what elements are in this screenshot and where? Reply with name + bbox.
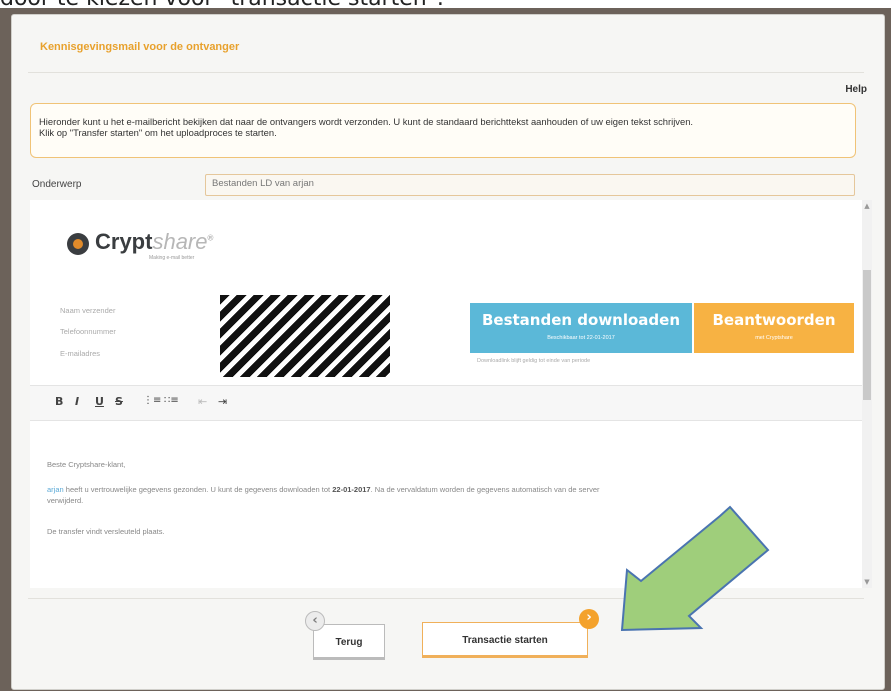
logo-tagline: Making e-mail better bbox=[149, 255, 195, 261]
cryptshare-logo-icon bbox=[67, 233, 89, 255]
reply-button[interactable]: Beantwoorden met Cryptshare bbox=[694, 303, 854, 353]
sender-name-label: Naam verzender bbox=[60, 306, 116, 315]
download-button-label: Bestanden downloaden bbox=[481, 311, 681, 329]
subject-label: Onderwerp bbox=[32, 179, 82, 190]
scroll-down-icon[interactable]: ▼ bbox=[863, 578, 871, 586]
outdent-icon[interactable]: ⇤ bbox=[198, 395, 207, 408]
indent-icon[interactable]: ⇥ bbox=[218, 395, 227, 408]
info-text-line-1: Hieronder kunt u het e-mailbericht bekij… bbox=[39, 116, 694, 127]
scroll-up-icon[interactable]: ▲ bbox=[863, 202, 871, 210]
body-greeting: Beste Cryptshare-klant, bbox=[47, 460, 126, 469]
next-arrow-icon[interactable]: › bbox=[579, 609, 599, 629]
subject-input[interactable]: Bestanden LD van arjan bbox=[205, 174, 855, 196]
reply-button-sublabel: met Cryptshare bbox=[755, 335, 793, 341]
italic-button[interactable]: I bbox=[75, 395, 79, 408]
logo-main-text: Crypt bbox=[95, 229, 153, 254]
scrollbar-thumb[interactable] bbox=[863, 270, 871, 400]
unordered-list-icon[interactable]: ∷≡ bbox=[164, 395, 179, 406]
body-line-part2: . Na de vervaldatum worden de gegevens a… bbox=[370, 485, 600, 494]
ordered-list-icon[interactable]: ⋮≡ bbox=[143, 395, 161, 406]
strikethrough-button[interactable]: S bbox=[115, 395, 123, 408]
bold-button[interactable]: B bbox=[55, 395, 63, 408]
download-button-sublabel: Beschikbaar tot 22-01-2017 bbox=[547, 335, 615, 341]
underline-button[interactable]: U bbox=[95, 395, 104, 408]
preview-scrollbar[interactable]: ▲ ▼ bbox=[862, 200, 872, 588]
email-label: E-mailadres bbox=[60, 349, 101, 358]
green-pointer-arrow-icon bbox=[620, 505, 770, 632]
body-line-part3: verwijderd. bbox=[47, 496, 84, 505]
download-valid-note: Downloadlink blijft geldig tot einde van… bbox=[477, 358, 591, 364]
logo-thin-text: share bbox=[152, 229, 208, 254]
dialog-title: Kennisgevingsmail voor de ontvanger bbox=[40, 41, 240, 53]
download-files-button[interactable]: Bestanden downloaden Beschikbaar tot 22-… bbox=[470, 303, 692, 353]
logo-wordmark: Cryptshare® bbox=[95, 229, 213, 255]
start-transaction-button[interactable]: Transactie starten bbox=[422, 622, 588, 658]
sender-link[interactable]: arjan bbox=[47, 485, 64, 494]
phone-label: Telefoonnummer bbox=[60, 327, 116, 336]
info-text-line-2: Klik op "Transfer starten" om het upload… bbox=[39, 127, 277, 138]
logo-trademark: ® bbox=[207, 233, 214, 243]
body-line-part1: heeft u vertrouwelijke gegevens gezonden… bbox=[65, 485, 331, 494]
back-button[interactable]: Terug bbox=[313, 624, 385, 660]
back-arrow-icon[interactable]: ‹ bbox=[305, 611, 325, 631]
title-divider bbox=[28, 72, 864, 73]
expiry-date: 22-01-2017 bbox=[332, 485, 371, 494]
editor-toolbar: B I U S ⋮≡ ∷≡ ⇤ ⇥ bbox=[30, 385, 862, 421]
redacted-sender-info bbox=[220, 295, 390, 377]
help-link[interactable]: Help bbox=[845, 84, 867, 95]
reply-button-label: Beantwoorden bbox=[712, 311, 836, 329]
info-message-box: Hieronder kunt u het e-mailbericht bekij… bbox=[30, 103, 856, 158]
